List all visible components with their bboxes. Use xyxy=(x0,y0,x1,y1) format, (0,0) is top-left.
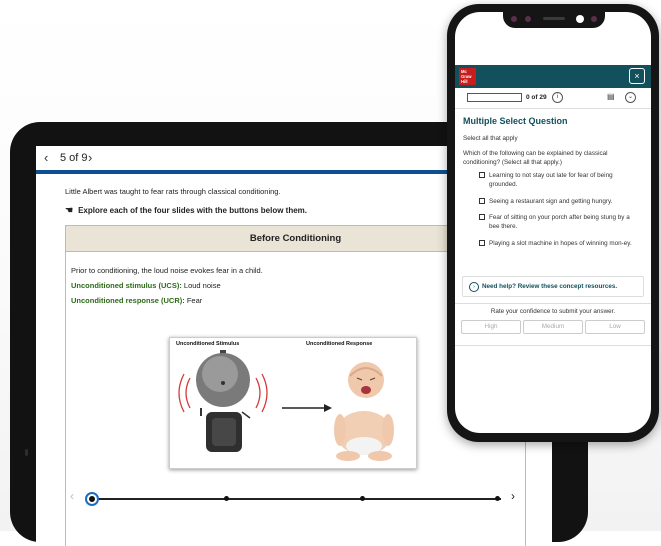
crying-baby-icon xyxy=(334,362,394,461)
camera-icon xyxy=(576,15,584,23)
tablet-home-button xyxy=(25,449,28,456)
prev-slide-icon[interactable]: ‹ xyxy=(44,150,48,165)
answer-option[interactable]: Learning to not stay out late for fear o… xyxy=(479,171,641,189)
confidence-high-button[interactable]: High xyxy=(461,320,521,334)
progress-row: 0 of 29 i ▤ ⌄ xyxy=(455,90,651,108)
timeline-step[interactable] xyxy=(495,496,500,501)
checkbox[interactable] xyxy=(479,240,485,246)
help-link-text: Need help? Review these concept resource… xyxy=(482,283,618,290)
chevron-down-icon[interactable]: ⌄ xyxy=(625,92,636,103)
slide-description: Prior to conditioning, the loud noise ev… xyxy=(71,266,263,275)
timeline-step-current[interactable] xyxy=(85,492,99,506)
timeline-prev-icon[interactable]: ‹ xyxy=(70,489,74,503)
notch-dot xyxy=(525,16,531,22)
confidence-panel: Rate your confidence to submit your answ… xyxy=(455,303,651,346)
progress-bar xyxy=(467,93,522,102)
ucr-value: Fear xyxy=(184,296,203,305)
slide-timeline[interactable] xyxy=(85,492,501,506)
answer-option[interactable]: Playing a slot machine in hopes of winni… xyxy=(479,239,641,248)
close-icon[interactable]: × xyxy=(629,68,645,84)
progress-count: 0 of 29 xyxy=(526,94,547,101)
timeline-step[interactable] xyxy=(360,496,365,501)
phone-notch xyxy=(503,12,605,28)
ucs-line: Unconditioned stimulus (UCS): Loud noise xyxy=(71,281,221,290)
divider xyxy=(455,108,651,109)
speaker-icon xyxy=(543,17,565,20)
notch-dot xyxy=(591,16,597,22)
timeline-step[interactable] xyxy=(224,496,229,501)
explore-instruction: ☚ Explore each of the four slides with th… xyxy=(65,205,307,215)
answer-option[interactable]: Fear of sitting on your porch after bein… xyxy=(479,213,641,231)
arrow-right-icon xyxy=(282,404,332,412)
question-type-title: Multiple Select Question xyxy=(463,116,568,126)
bell-icon xyxy=(196,350,251,452)
calendar-icon[interactable]: ▤ xyxy=(607,92,615,101)
info-icon[interactable]: i xyxy=(552,92,563,103)
next-slide-icon[interactable]: › xyxy=(88,150,92,165)
confidence-medium-button[interactable]: Medium xyxy=(523,320,583,334)
ucs-value: Loud noise xyxy=(181,281,221,290)
checkbox[interactable] xyxy=(479,214,485,220)
answer-option[interactable]: Seeing a restaurant sign and getting hun… xyxy=(479,197,641,206)
conditioning-figure: Unconditioned Stimulus Unconditioned Res… xyxy=(169,337,417,469)
help-link[interactable]: › Need help? Review these concept resour… xyxy=(462,276,644,297)
figure-illustration xyxy=(178,350,394,461)
hand-pointer-icon: ☚ xyxy=(65,205,74,215)
confidence-title: Rate your confidence to submit your answ… xyxy=(490,308,616,315)
question-instruction: Select all that apply xyxy=(463,135,518,142)
ucs-label: Unconditioned stimulus (UCS): xyxy=(71,281,182,290)
intro-text: Little Albert was taught to fear rats th… xyxy=(65,187,281,196)
checkbox[interactable] xyxy=(479,172,485,178)
chevron-right-circle-icon: › xyxy=(469,282,479,292)
phone-header: Mc Graw Hill × xyxy=(455,65,651,88)
slide-counter: 5 of 9 xyxy=(60,152,88,164)
timeline-next-icon[interactable]: › xyxy=(511,489,515,503)
notch-dot xyxy=(511,16,517,22)
confidence-low-button[interactable]: Low xyxy=(585,320,645,334)
question-prompt: Which of the following can be explained … xyxy=(463,150,608,166)
checkbox[interactable] xyxy=(479,198,485,204)
ucr-line: Unconditioned response (UCR): Fear xyxy=(71,296,202,305)
mcgraw-hill-logo: Mc Graw Hill xyxy=(459,68,476,85)
phone-screen: Mc Graw Hill × 0 of 29 i ▤ ⌄ Multiple Se… xyxy=(455,12,651,433)
ucr-label: Unconditioned response (UCR): xyxy=(71,296,185,305)
